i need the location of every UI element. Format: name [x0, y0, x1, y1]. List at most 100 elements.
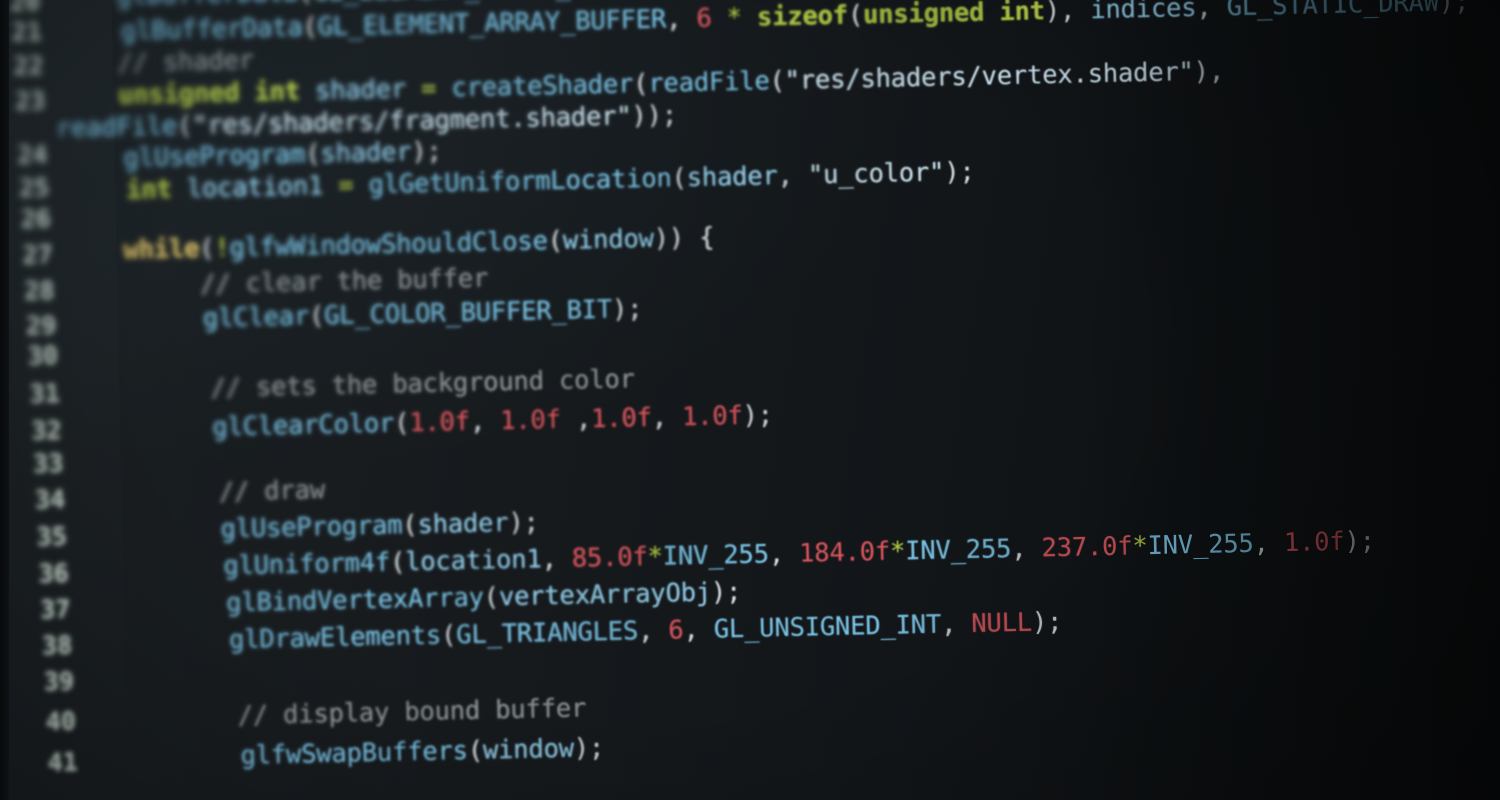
token-constant: GL_STATIC_DRAW: [1226, 0, 1440, 23]
code-line-27[interactable]: while(!glfwWindowShouldClose(window)) {: [123, 222, 714, 266]
line-number: 40: [45, 706, 77, 737]
token-constant: INV_255: [904, 534, 1012, 567]
code-line-41[interactable]: glfwSwapBuffers(window);: [240, 733, 604, 771]
token-keyword: unsigned: [117, 77, 240, 111]
token-function: glBufferData: [120, 12, 303, 47]
line-number: 26: [20, 203, 52, 234]
token-keyword: int: [999, 0, 1046, 28]
token-constant: GL_COLOR_BUFFER_BIT: [323, 294, 613, 331]
token-variable: location1: [404, 544, 542, 578]
token-string: "u_color": [807, 157, 945, 191]
token-number: 184.0f: [798, 536, 891, 569]
token-string: "res/shaders/vertex.shader": [784, 56, 1195, 96]
token-variable: window: [482, 733, 575, 766]
line-number: 39: [43, 666, 75, 697]
token-function: glUseProgram: [123, 139, 306, 174]
token-function: readFile: [648, 66, 770, 99]
line-number: 34: [34, 484, 66, 515]
code-line-31[interactable]: // sets the background color: [210, 364, 636, 404]
token-function: glBufferData: [116, 0, 298, 11]
code-line-29[interactable]: glClear(GL_COLOR_BUFFER_BIT);: [202, 294, 643, 334]
token-keyword: sizeof: [756, 0, 849, 33]
token-number: 1.0f: [1283, 526, 1345, 559]
token-keyword: int: [254, 76, 301, 108]
token-comment: // draw: [218, 475, 326, 508]
token-number: 1.0f: [590, 402, 653, 435]
token-comment: // clear the buffer: [199, 263, 489, 300]
token-number: 6: [668, 615, 684, 646]
token-function: createShader: [451, 69, 634, 104]
token-operator: *: [1132, 531, 1148, 562]
code-line-38[interactable]: glDrawElements(GL_TRIANGLES, 6, GL_UNSIG…: [228, 607, 1063, 656]
token-keyword-control: while: [123, 233, 200, 266]
token-variable: shader: [320, 137, 412, 170]
token-function: glClear: [202, 301, 310, 334]
token-operator: *: [726, 2, 743, 34]
token-operator: =: [337, 170, 354, 201]
code-line-32[interactable]: glClearColor(1.0f, 1.0f ,1.0f, 1.0f);: [212, 400, 773, 442]
token-function: glfwWindowShouldClose: [229, 226, 548, 264]
token-variable: shader: [417, 508, 509, 541]
token-keyword: int: [125, 174, 172, 206]
token-function: glfwSwapBuffers: [240, 735, 469, 771]
line-number: 28: [24, 275, 55, 306]
depth-of-field-layers: 20 21 22 23 24 25 26 27 28 29 30 31 32 3…: [0, 0, 1500, 800]
line-number: 37: [39, 594, 71, 625]
line-number: 23: [14, 86, 46, 116]
token-operator: =: [420, 73, 437, 104]
token-keyword: unsigned: [862, 0, 985, 31]
line-number: 32: [31, 415, 62, 446]
code-line-24[interactable]: glUseProgram(shader);: [123, 136, 442, 174]
token-variable: shader: [686, 161, 778, 194]
token-number: 85.0f: [571, 542, 648, 574]
line-number: 38: [41, 630, 73, 661]
token-variable: vertexArrayObj: [498, 577, 712, 613]
token-function: glUniform4f: [223, 547, 391, 582]
code-line-37[interactable]: glBindVertexArray(vertexArrayObj);: [225, 577, 742, 619]
token-comment: // shader: [117, 45, 255, 79]
token-function: glGetUniformLocation: [368, 163, 672, 200]
token-operator: *: [647, 541, 664, 573]
token-number: 1.0f: [499, 404, 562, 437]
token-function: glUseProgram: [220, 510, 403, 545]
token-function: readFile: [55, 111, 178, 144]
code-editor-screenshot: 20 21 22 23 24 25 26 27 28 29 30 31 32 3…: [0, 0, 1500, 800]
code-plane: 20 21 22 23 24 25 26 27 28 29 30 31 32 3…: [0, 0, 1500, 796]
token-constant: GL_ELEMENT_ARRAY_BUFFER: [317, 4, 667, 43]
token-operator: *: [889, 536, 906, 567]
token-variable: location1: [186, 170, 324, 204]
line-number: 22: [13, 51, 44, 81]
code-line-22[interactable]: // shader: [117, 45, 255, 79]
token-constant: GL_UNSIGNED_INT: [713, 609, 942, 645]
line-number: 27: [22, 239, 53, 270]
line-number: 29: [25, 310, 57, 341]
token-constant: INV_255: [1147, 528, 1254, 562]
code-line-40[interactable]: // display bound buffer: [237, 693, 587, 731]
line-number: 36: [38, 558, 69, 589]
code-line-28[interactable]: // clear the buffer: [199, 263, 489, 300]
token-number: 1.0f: [681, 400, 743, 433]
token-number: 237.0f: [1041, 531, 1133, 564]
line-number: 24: [17, 140, 48, 170]
line-number: 21: [11, 17, 43, 47]
token-operator: !: [214, 233, 230, 264]
line-number: 31: [29, 378, 61, 409]
token-number: 1.0f: [408, 406, 471, 439]
token-comment: // sets the background color: [210, 364, 636, 404]
line-number: 35: [36, 521, 68, 552]
line-number: 33: [32, 448, 64, 479]
token-function: glBindVertexArray: [225, 582, 485, 619]
code-line-35[interactable]: glUseProgram(shader);: [220, 507, 539, 545]
line-number: 20: [9, 0, 41, 17]
token-variable: shader: [314, 74, 407, 107]
token-constant: GL_TRIANGLES: [455, 616, 639, 651]
code-line-34[interactable]: // draw: [218, 475, 326, 508]
token-constant: INV_255: [662, 539, 770, 572]
line-number: 30: [27, 340, 59, 371]
token-function: glDrawElements: [228, 620, 442, 656]
token-comment: // display bound buffer: [237, 693, 587, 731]
line-number: 41: [47, 747, 79, 778]
token-null: NULL: [971, 607, 1033, 639]
token-variable: indices: [1089, 0, 1197, 26]
token-variable: window: [562, 223, 655, 256]
